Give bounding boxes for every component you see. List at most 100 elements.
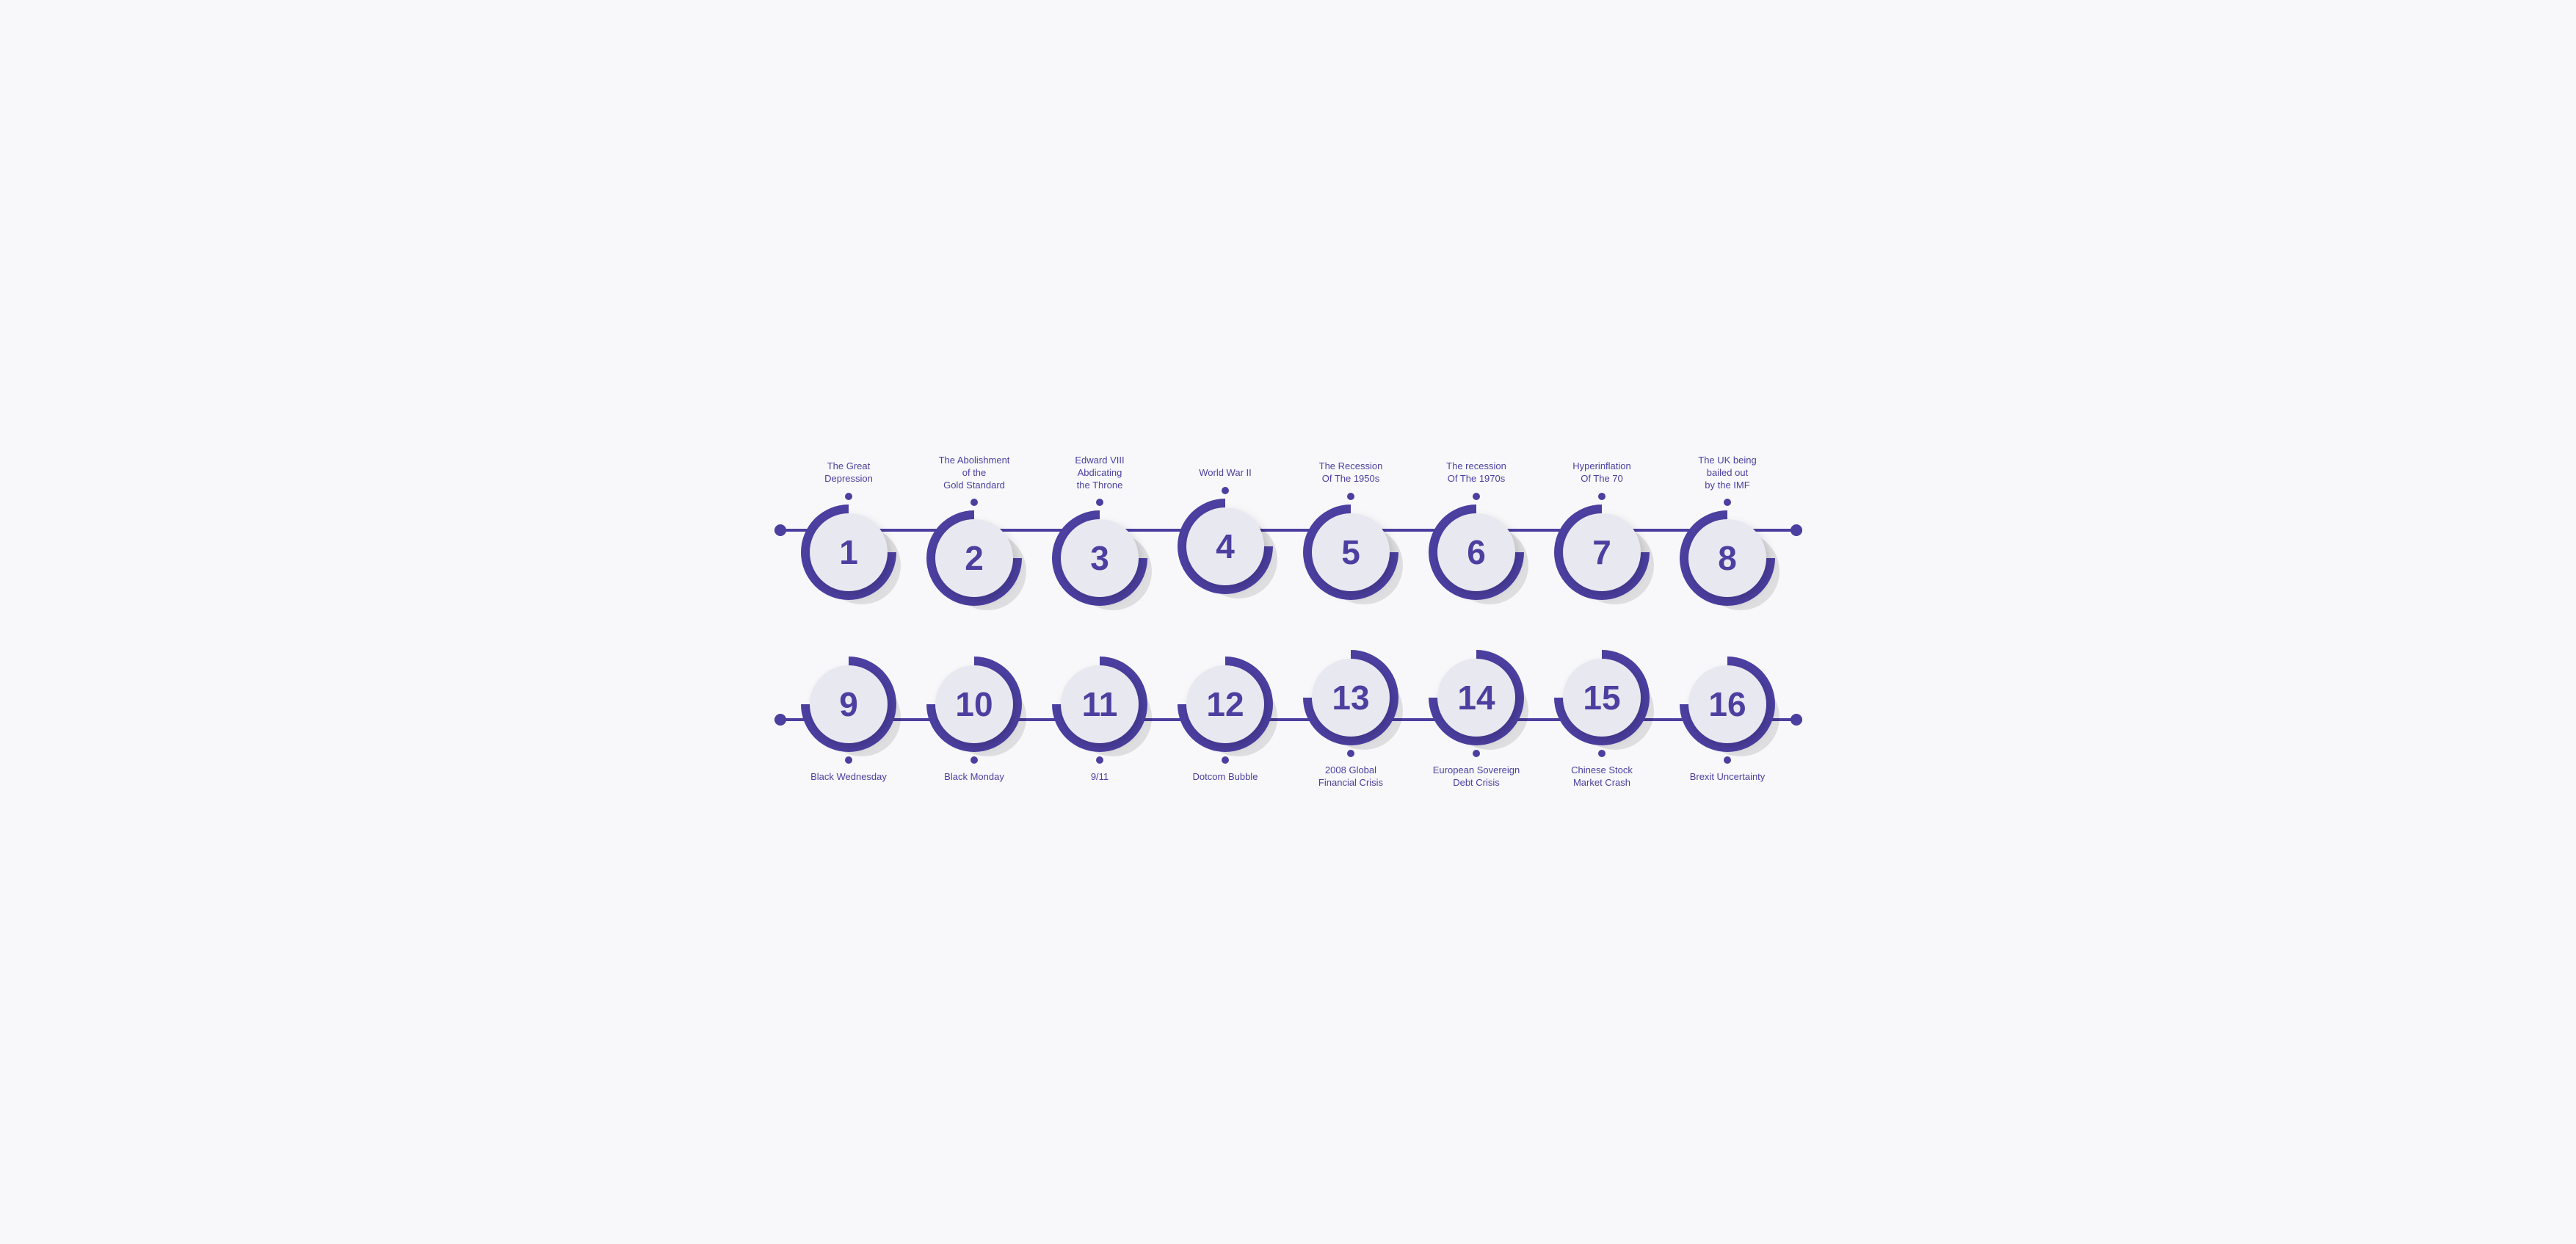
- circle-ring-12: 12: [1178, 657, 1273, 752]
- circle-inner-12: 12: [1186, 665, 1264, 743]
- circle-node-6: 6: [1429, 505, 1524, 600]
- circle-ring-2: 2: [926, 510, 1022, 606]
- label-6: The recessionOf The 1970s: [1446, 460, 1506, 485]
- circle-node-11: 11: [1052, 657, 1147, 752]
- circle-node-15: 15: [1554, 650, 1650, 745]
- circle-number-9: 9: [839, 687, 858, 721]
- circle-ring-7: 7: [1554, 505, 1650, 600]
- circle-inner-6: 6: [1437, 513, 1515, 591]
- label-1: The GreatDepression: [824, 460, 873, 485]
- circle-ring-15: 15: [1554, 650, 1650, 745]
- circle-number-4: 4: [1216, 529, 1235, 563]
- circle-inner-2: 2: [935, 519, 1013, 597]
- circle-ring-10: 10: [926, 657, 1022, 752]
- line-end-dot-1: [1790, 524, 1802, 536]
- timeline-item-16: 16 Brexit Uncertainty: [1680, 657, 1775, 784]
- circle-number-14: 14: [1457, 681, 1495, 715]
- circle-ring-9: 9: [801, 657, 896, 752]
- dot-below-11: [1096, 756, 1103, 764]
- timeline-items-1: The GreatDepression 1 The Abolishmentof …: [786, 455, 1790, 607]
- circle-number-16: 16: [1708, 687, 1746, 721]
- circle-ring-13: 13: [1303, 650, 1398, 745]
- circle-node-10: 10: [926, 657, 1022, 752]
- circle-inner-15: 15: [1563, 659, 1641, 737]
- label-2: The Abolishmentof theGold Standard: [939, 455, 1010, 492]
- circle-inner-7: 7: [1563, 513, 1641, 591]
- connector-dot-4: [1222, 487, 1229, 494]
- timeline-item-2: The Abolishmentof theGold Standard 2: [926, 455, 1022, 607]
- circle-number-5: 5: [1341, 535, 1360, 569]
- connector-dot-2: [970, 499, 978, 506]
- circle-node-3: 3: [1052, 510, 1147, 606]
- timeline-item-15: 15 Chinese StockMarket Crash: [1554, 650, 1650, 789]
- line-start-dot-1: [774, 524, 786, 536]
- circle-node-2: 2: [926, 510, 1022, 606]
- circle-node-16: 16: [1680, 657, 1775, 752]
- label-3: Edward VIIIAbdicatingthe Throne: [1075, 455, 1124, 492]
- timeline-item-5: The RecessionOf The 1950s 5: [1303, 460, 1398, 600]
- circle-inner-1: 1: [810, 513, 888, 591]
- dot-below-9: [845, 756, 852, 764]
- circle-number-15: 15: [1583, 681, 1620, 715]
- circle-ring-4: 4: [1178, 499, 1273, 594]
- dot-below-10: [970, 756, 978, 764]
- circle-number-7: 7: [1592, 535, 1611, 569]
- circle-ring-14: 14: [1429, 650, 1524, 745]
- label-13: 2008 GlobalFinancial Crisis: [1318, 764, 1383, 789]
- circle-node-8: 8: [1680, 510, 1775, 606]
- circle-ring-5: 5: [1303, 505, 1398, 600]
- circle-inner-13: 13: [1312, 659, 1390, 737]
- timeline-item-3: Edward VIIIAbdicatingthe Throne 3: [1052, 455, 1147, 607]
- connector-dot-8: [1724, 499, 1731, 506]
- timeline-item-13: 13 2008 GlobalFinancial Crisis: [1303, 650, 1398, 789]
- label-9: Black Wednesday: [810, 771, 887, 784]
- circle-number-12: 12: [1206, 687, 1244, 721]
- timeline-row-1: The GreatDepression 1 The Abolishmentof …: [774, 455, 1802, 607]
- circle-node-1: 1: [801, 505, 896, 600]
- label-4: World War II: [1199, 467, 1252, 480]
- label-16: Brexit Uncertainty: [1690, 771, 1766, 784]
- circle-number-11: 11: [1082, 687, 1118, 721]
- circle-node-13: 13: [1303, 650, 1398, 745]
- timeline-item-11: 11 9/11: [1052, 657, 1147, 784]
- circle-ring-8: 8: [1680, 510, 1775, 606]
- circle-node-5: 5: [1303, 505, 1398, 600]
- label-7: HyperinflationOf The 70: [1572, 460, 1631, 485]
- circle-inner-3: 3: [1061, 519, 1139, 597]
- timeline-item-8: The UK beingbailed outby the IMF 8: [1680, 455, 1775, 607]
- circle-inner-5: 5: [1312, 513, 1390, 591]
- circle-inner-16: 16: [1688, 665, 1766, 743]
- timeline-item-10: 10 Black Monday: [926, 657, 1022, 784]
- circle-number-10: 10: [955, 687, 993, 721]
- timeline-item-7: HyperinflationOf The 70 7: [1554, 460, 1650, 600]
- connector-dot-6: [1473, 493, 1480, 500]
- circle-inner-11: 11: [1061, 665, 1139, 743]
- label-8: The UK beingbailed outby the IMF: [1698, 455, 1757, 492]
- timeline-item-9: 9 Black Wednesday: [801, 657, 896, 784]
- timeline-items-2: 9 Black Wednesday 10 Black Monday: [786, 650, 1790, 789]
- circle-node-9: 9: [801, 657, 896, 752]
- circle-inner-14: 14: [1437, 659, 1515, 737]
- circle-number-8: 8: [1718, 541, 1737, 575]
- timeline-item-1: The GreatDepression 1: [801, 460, 896, 600]
- circle-node-4: 4: [1178, 499, 1273, 594]
- timeline-item-12: 12 Dotcom Bubble: [1178, 657, 1273, 784]
- circle-number-6: 6: [1467, 535, 1486, 569]
- timeline-item-14: 14 European SovereignDebt Crisis: [1429, 650, 1524, 789]
- circle-node-7: 7: [1554, 505, 1650, 600]
- circle-number-3: 3: [1090, 541, 1109, 575]
- circle-ring-1: 1: [801, 505, 896, 600]
- timeline-wrapper: The GreatDepression 1 The Abolishmentof …: [774, 411, 1802, 833]
- dot-below-12: [1222, 756, 1229, 764]
- label-5: The RecessionOf The 1950s: [1319, 460, 1383, 485]
- connector-dot-5: [1347, 493, 1354, 500]
- circle-ring-11: 11: [1052, 657, 1147, 752]
- circle-inner-9: 9: [810, 665, 888, 743]
- circle-inner-8: 8: [1688, 519, 1766, 597]
- dot-below-14: [1473, 750, 1480, 757]
- label-14: European SovereignDebt Crisis: [1433, 764, 1520, 789]
- dot-below-13: [1347, 750, 1354, 757]
- label-15: Chinese StockMarket Crash: [1571, 764, 1633, 789]
- circle-number-1: 1: [839, 535, 858, 569]
- label-10: Black Monday: [944, 771, 1004, 784]
